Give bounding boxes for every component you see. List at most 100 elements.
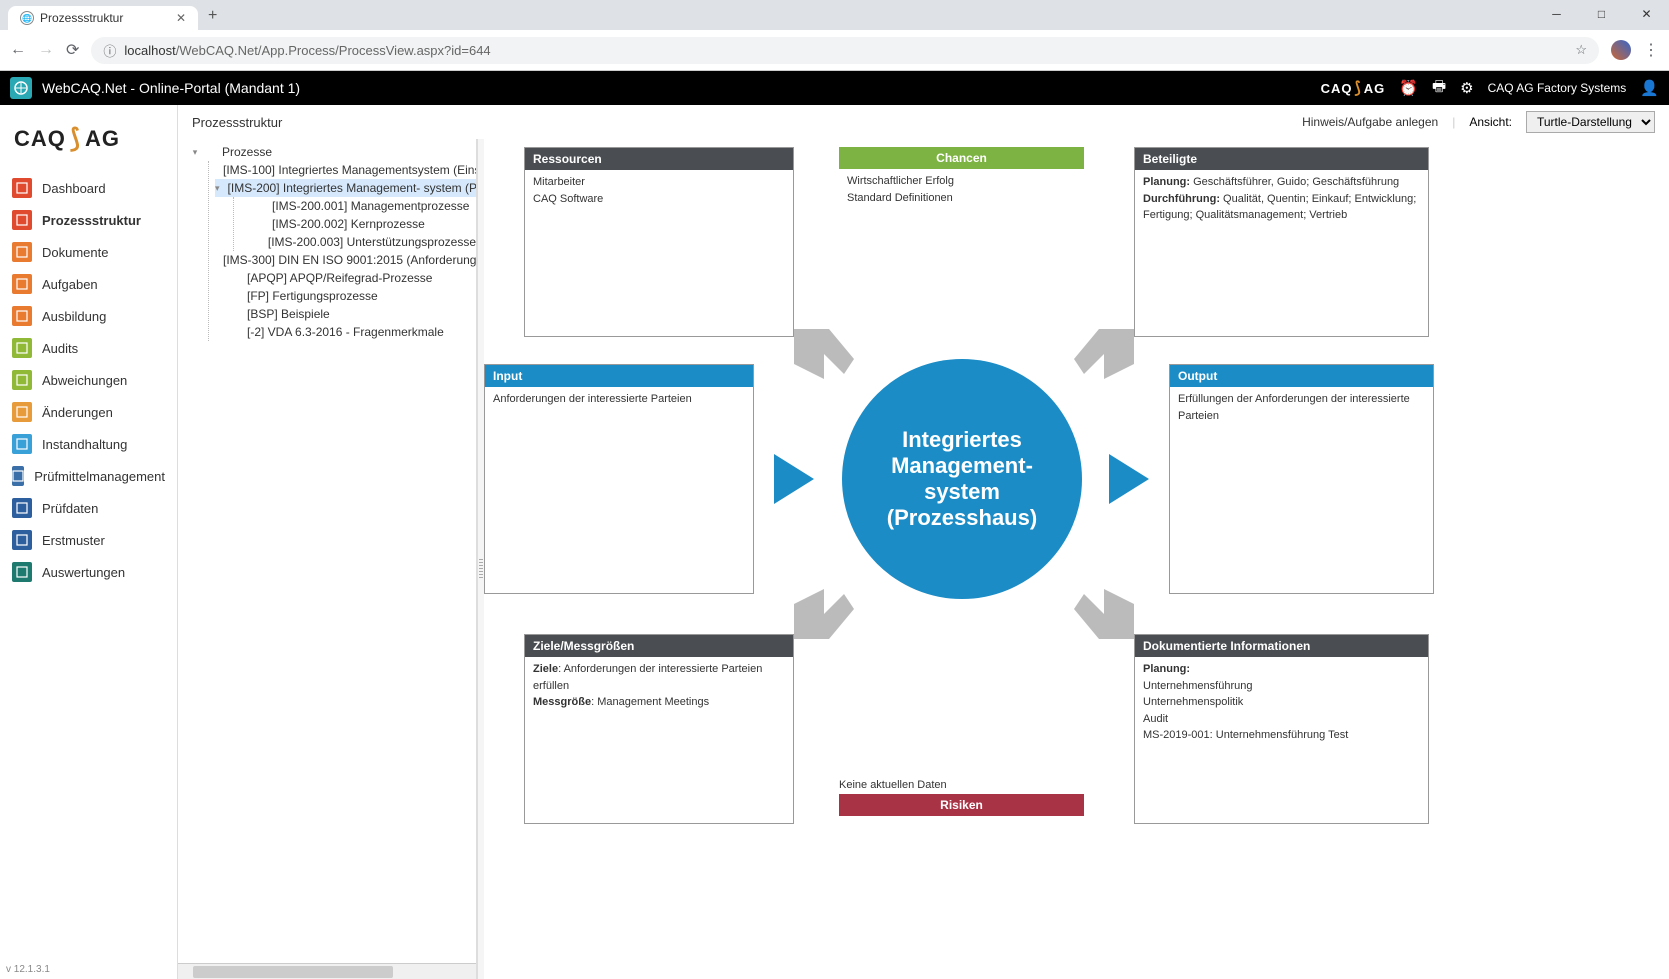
reload-icon[interactable]: ⟳ [66,40,79,60]
version-label: v 12.1.3.1 [0,960,177,979]
arrow-res-icon [794,329,864,389]
user-label[interactable]: CAQ AG Factory Systems [1488,81,1627,95]
sidebar-item-ausbildung[interactable]: Ausbildung [0,300,177,332]
tree-node[interactable]: [FP] Fertigungsprozesse [215,287,476,305]
app-title: WebCAQ.Net - Online-Portal (Mandant 1) [42,80,300,96]
sidebar-item-label: Dashboard [42,181,106,196]
tree-node[interactable]: [-2] VDA 6.3-2016 - Fragenmerkmale [215,323,476,341]
back-icon[interactable]: ← [10,41,26,59]
settings-icon[interactable]: ⚙ [1460,79,1473,97]
forward-icon[interactable]: → [38,41,54,59]
arrow-bet-icon [1064,329,1134,389]
arrow-ziele-icon [794,579,864,639]
tree-node[interactable]: [IMS-200.001] Managementprozesse [240,197,476,215]
view-select[interactable]: Turtle-Darstellung [1526,111,1655,133]
sidebar-item-abweichungen[interactable]: Abweichungen [0,364,177,396]
tree-hscrollbar[interactable] [178,963,476,979]
sidebar-item-label: Prüfdaten [42,501,98,516]
sidebar-item-label: Instandhaltung [42,437,127,452]
nav-icon [12,178,32,198]
sidebar-item-prozessstruktur[interactable]: Prozessstruktur [0,204,177,236]
sidebar-item-label: Prüfmittelmanagement [34,469,165,484]
sidebar-item-aufgaben[interactable]: Aufgaben [0,268,177,300]
sidebar-item-dashboard[interactable]: Dashboard [0,172,177,204]
center-process: Integriertes Management-system (Prozessh… [842,359,1082,599]
sidebar-item-label: Erstmuster [42,533,105,548]
panel-risiken: Risiken [839,794,1084,816]
process-icon [229,290,243,302]
sidebar-item-label: Prozessstruktur [42,213,141,228]
nav-icon [12,466,24,486]
window-maximize[interactable]: □ [1579,0,1624,28]
nav-icon [12,242,32,262]
panel-ressourcen: Ressourcen Mitarbeiter CAQ Software [524,147,794,337]
window-minimize[interactable]: ─ [1534,0,1579,28]
sidebar-item-auswertungen[interactable]: Auswertungen [0,556,177,588]
arrow-dok-icon [1064,579,1134,639]
alarm-icon[interactable]: ⏰ [1399,79,1418,97]
panel-input: Input Anforderungen der interessierte Pa… [484,364,754,594]
sidebar-item-label: Ausbildung [42,309,106,324]
sidebar-logo: CAQ⟆AG [0,105,177,172]
process-icon [254,200,268,212]
panel-output: Output Erfüllungen der Anforderungen der… [1169,364,1434,594]
create-hint-link[interactable]: Hinweis/Aufgabe anlegen [1302,115,1438,129]
breadcrumb: Prozessstruktur [192,115,282,130]
turtle-diagram: Ressourcen Mitarbeiter CAQ Software Chan… [484,139,1669,979]
arrow-output-icon [1109,454,1149,504]
content-header: Prozessstruktur Hinweis/Aufgabe anlegen … [178,105,1669,139]
nav-icon [12,210,32,230]
tree-root[interactable]: ▾Prozesse [190,143,476,161]
menu-icon[interactable]: ⋮ [1643,40,1659,60]
tree-node[interactable]: [IMS-300] DIN EN ISO 9001:2015 (Anforder… [215,251,476,269]
brand-logo: CAQ⟆AG [1321,78,1386,98]
sidebar-item-label: Abweichungen [42,373,127,388]
user-icon[interactable]: 👤 [1640,79,1659,97]
browser-chrome: ─ □ ✕ 🌐 Prozessstruktur ✕ + ← → ⟳ ⓘ loca… [0,0,1669,71]
sidebar-item-prüfmittelmanagement[interactable]: Prüfmittelmanagement [0,460,177,492]
tree-node[interactable]: [IMS-100] Integriertes Managementsystem … [215,161,476,179]
arrow-input-icon [774,454,814,504]
bookmark-icon[interactable]: ☆ [1575,42,1587,58]
print-icon[interactable]: 🖶 [1432,76,1446,101]
ressourcen-body: Mitarbeiter CAQ Software [525,170,793,211]
sidebar-item-erstmuster[interactable]: Erstmuster [0,524,177,556]
sidebar-item-label: Auswertungen [42,565,125,580]
nav-icon [12,338,32,358]
nav-icon [12,274,32,294]
nav-icon [12,370,32,390]
nav-icon [12,562,32,582]
window-close[interactable]: ✕ [1624,0,1669,28]
browser-tab[interactable]: 🌐 Prozessstruktur ✕ [8,6,198,30]
sidebar-item-label: Änderungen [42,405,113,420]
sidebar-item-instandhaltung[interactable]: Instandhaltung [0,428,177,460]
globe-icon: 🌐 [20,11,34,25]
sidebar-item-audits[interactable]: Audits [0,332,177,364]
panel-chancen: Chancen Wirtschaftlicher Erfolg Standard… [839,147,1084,210]
process-icon [229,272,243,284]
tree-node[interactable]: [APQP] APQP/Reifegrad-Prozesse [215,269,476,287]
tree-node[interactable]: [IMS-200.002] Kernprozesse [240,215,476,233]
tree-pane: ▾Prozesse[IMS-100] Integriertes Manageme… [178,139,478,979]
tab-close-icon[interactable]: ✕ [176,11,186,25]
site-info-icon[interactable]: ⓘ [103,41,116,60]
tab-title: Prozessstruktur [40,11,123,25]
sidebar-item-änderungen[interactable]: Änderungen [0,396,177,428]
new-tab-button[interactable]: + [198,2,227,30]
view-label: Ansicht: [1469,115,1512,129]
app-header: WebCAQ.Net - Online-Portal (Mandant 1) C… [0,71,1669,105]
sidebar-item-prüfdaten[interactable]: Prüfdaten [0,492,177,524]
sidebar-item-dokumente[interactable]: Dokumente [0,236,177,268]
extension-icon[interactable] [1611,40,1631,60]
process-icon [204,146,218,158]
tree-node[interactable]: [IMS-200.003] Unterstützungsprozesse [240,233,476,251]
sidebar-item-label: Aufgaben [42,277,98,292]
app-logo-icon [10,77,32,99]
tree-node[interactable]: [BSP] Beispiele [215,305,476,323]
panel-ziele: Ziele/Messgrößen Ziele: Anforderungen de… [524,634,794,824]
nav-icon [12,306,32,326]
address-bar[interactable]: ⓘ localhost/WebCAQ.Net/App.Process/Proce… [91,37,1599,64]
sidebar-item-label: Dokumente [42,245,108,260]
process-icon [229,308,243,320]
tree-node[interactable]: ▾[IMS-200] Integriertes Management- syst… [215,179,476,197]
